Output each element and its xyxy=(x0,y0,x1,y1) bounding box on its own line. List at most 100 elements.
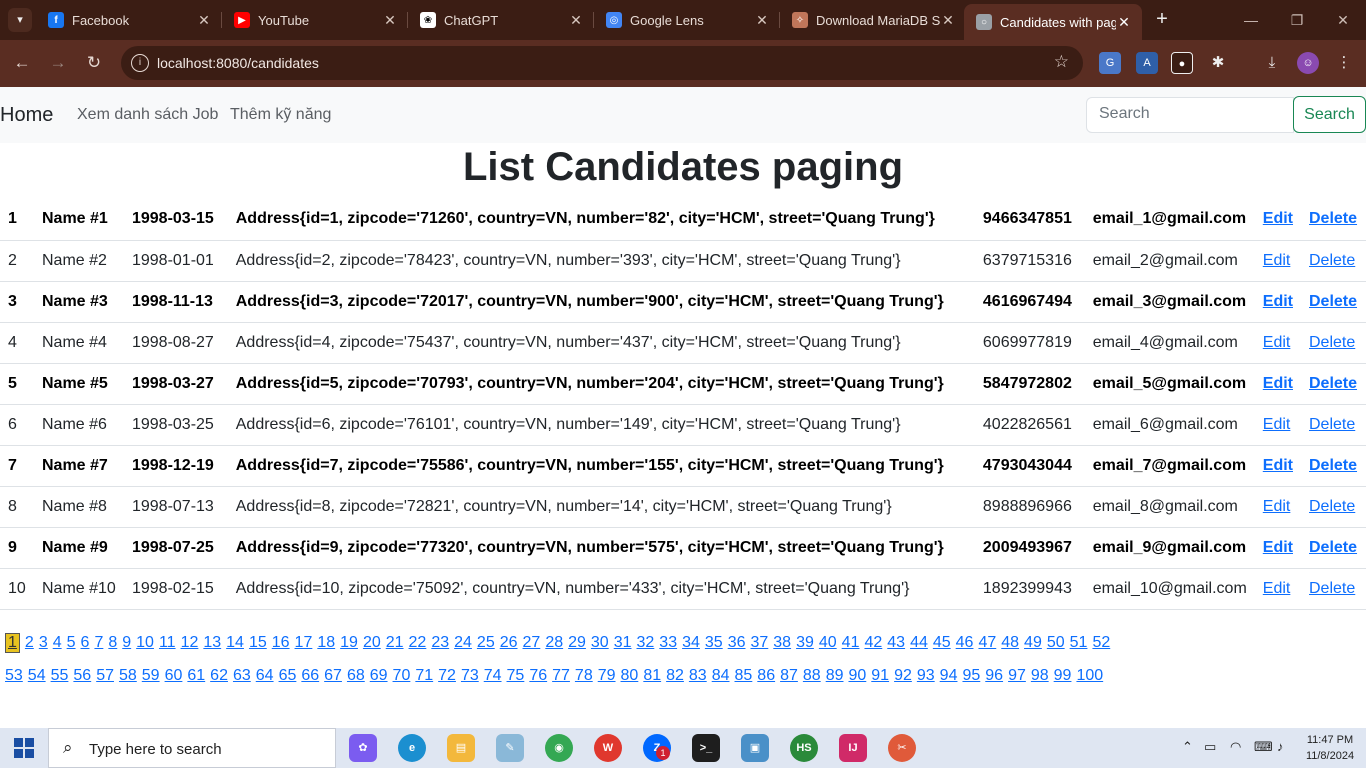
page-link-32[interactable]: 32 xyxy=(637,634,655,652)
page-link-77[interactable]: 77 xyxy=(552,667,570,685)
page-link-24[interactable]: 24 xyxy=(454,634,472,652)
page-link-93[interactable]: 93 xyxy=(917,667,935,685)
page-link-57[interactable]: 57 xyxy=(96,667,114,685)
page-link-9[interactable]: 9 xyxy=(122,634,131,652)
page-link-61[interactable]: 61 xyxy=(187,667,205,685)
page-link-82[interactable]: 82 xyxy=(666,667,684,685)
page-link-3[interactable]: 3 xyxy=(39,634,48,652)
edit-link[interactable]: Edit xyxy=(1263,210,1293,227)
page-link-84[interactable]: 84 xyxy=(712,667,730,685)
page-link-22[interactable]: 22 xyxy=(409,634,427,652)
page-link-5[interactable]: 5 xyxy=(67,634,76,652)
new-tab-plus-icon[interactable]: + xyxy=(1150,8,1174,32)
restore-icon[interactable]: ❐ xyxy=(1282,8,1312,32)
tab-google-lens[interactable]: ◎ Google Lens ✕ xyxy=(594,4,780,36)
page-link-45[interactable]: 45 xyxy=(933,634,951,652)
page-link-33[interactable]: 33 xyxy=(659,634,677,652)
page-link-73[interactable]: 73 xyxy=(461,667,479,685)
edit-link[interactable]: Edit xyxy=(1263,334,1291,351)
page-link-51[interactable]: 51 xyxy=(1070,634,1088,652)
page-link-54[interactable]: 54 xyxy=(28,667,46,685)
close-icon[interactable]: ✕ xyxy=(940,12,956,29)
page-link-99[interactable]: 99 xyxy=(1054,667,1072,685)
edit-link[interactable]: Edit xyxy=(1263,457,1293,474)
dictionary-extension-icon[interactable]: A xyxy=(1136,52,1158,74)
back-arrow-icon[interactable]: ← xyxy=(10,51,34,75)
page-link-42[interactable]: 42 xyxy=(864,634,882,652)
page-link-34[interactable]: 34 xyxy=(682,634,700,652)
tab-search-dropdown-icon[interactable]: ▾ xyxy=(8,8,32,32)
page-link-53[interactable]: 53 xyxy=(5,667,23,685)
page-link-23[interactable]: 23 xyxy=(431,634,449,652)
delete-link[interactable]: Delete xyxy=(1309,252,1355,269)
page-link-80[interactable]: 80 xyxy=(621,667,639,685)
delete-link[interactable]: Delete xyxy=(1309,416,1355,433)
remote-desktop-icon[interactable]: ▣ xyxy=(741,734,769,762)
edge-icon[interactable]: e xyxy=(398,734,426,762)
page-link-66[interactable]: 66 xyxy=(301,667,319,685)
tab-youtube[interactable]: ▶ YouTube ✕ xyxy=(222,4,408,36)
search-input[interactable]: Search xyxy=(1086,97,1294,133)
notepad-icon[interactable]: ✎ xyxy=(496,734,524,762)
page-link-88[interactable]: 88 xyxy=(803,667,821,685)
page-link-58[interactable]: 58 xyxy=(119,667,137,685)
delete-link[interactable]: Delete xyxy=(1309,210,1357,227)
page-link-78[interactable]: 78 xyxy=(575,667,593,685)
page-link-38[interactable]: 38 xyxy=(773,634,791,652)
url-text[interactable]: localhost:8080/candidates xyxy=(157,55,319,71)
page-link-21[interactable]: 21 xyxy=(386,634,404,652)
window-close-icon[interactable]: ✕ xyxy=(1328,8,1358,32)
address-bar[interactable]: i localhost:8080/candidates ☆ xyxy=(121,46,1083,80)
page-link-50[interactable]: 50 xyxy=(1047,634,1065,652)
delete-link[interactable]: Delete xyxy=(1309,334,1355,351)
page-link-94[interactable]: 94 xyxy=(940,667,958,685)
minimize-icon[interactable]: — xyxy=(1236,8,1266,32)
edit-link[interactable]: Edit xyxy=(1263,416,1291,433)
page-link-87[interactable]: 87 xyxy=(780,667,798,685)
site-info-icon[interactable]: i xyxy=(131,54,149,72)
page-link-95[interactable]: 95 xyxy=(962,667,980,685)
page-link-39[interactable]: 39 xyxy=(796,634,814,652)
page-link-52[interactable]: 52 xyxy=(1092,634,1110,652)
search-button[interactable]: Search xyxy=(1293,96,1366,133)
wifi-icon[interactable]: ◠ xyxy=(1230,739,1241,755)
page-link-47[interactable]: 47 xyxy=(978,634,996,652)
page-link-81[interactable]: 81 xyxy=(643,667,661,685)
page-link-27[interactable]: 27 xyxy=(523,634,541,652)
page-link-62[interactable]: 62 xyxy=(210,667,228,685)
page-link-12[interactable]: 12 xyxy=(181,634,199,652)
page-link-28[interactable]: 28 xyxy=(545,634,563,652)
page-link-68[interactable]: 68 xyxy=(347,667,365,685)
page-link-90[interactable]: 90 xyxy=(848,667,866,685)
page-link-48[interactable]: 48 xyxy=(1001,634,1019,652)
close-icon[interactable]: ✕ xyxy=(754,12,770,29)
file-explorer-icon[interactable]: ▤ xyxy=(447,734,475,762)
page-link-13[interactable]: 13 xyxy=(203,634,221,652)
edit-link[interactable]: Edit xyxy=(1263,580,1291,597)
volume-icon[interactable]: ♪ xyxy=(1277,739,1284,754)
taskbar-search-box[interactable]: ⌕ Type here to search xyxy=(48,728,336,768)
wps-icon[interactable]: W xyxy=(594,734,622,762)
delete-link[interactable]: Delete xyxy=(1309,375,1357,392)
page-link-18[interactable]: 18 xyxy=(317,634,335,652)
tab-chatgpt[interactable]: ❀ ChatGPT ✕ xyxy=(408,4,594,36)
page-link-96[interactable]: 96 xyxy=(985,667,1003,685)
sunglasses-extension-icon[interactable]: ● xyxy=(1171,52,1193,74)
page-link-1[interactable]: 1 xyxy=(5,633,20,653)
nav-link-add-skill[interactable]: Thêm kỹ năng xyxy=(230,106,331,124)
nav-link-jobs[interactable]: Xem danh sách Job xyxy=(77,106,218,124)
edit-link[interactable]: Edit xyxy=(1263,293,1293,310)
page-link-79[interactable]: 79 xyxy=(598,667,616,685)
page-link-71[interactable]: 71 xyxy=(415,667,433,685)
page-link-85[interactable]: 85 xyxy=(735,667,753,685)
extensions-puzzle-icon[interactable]: ✱ xyxy=(1207,52,1229,74)
page-link-70[interactable]: 70 xyxy=(393,667,411,685)
page-link-67[interactable]: 67 xyxy=(324,667,342,685)
page-link-10[interactable]: 10 xyxy=(136,634,154,652)
page-link-8[interactable]: 8 xyxy=(108,634,117,652)
download-icon[interactable]: ⤓ xyxy=(1261,52,1283,74)
page-link-15[interactable]: 15 xyxy=(249,634,267,652)
page-link-7[interactable]: 7 xyxy=(94,634,103,652)
reload-icon[interactable]: ↻ xyxy=(82,51,106,75)
hs-icon[interactable]: HS xyxy=(790,734,818,762)
